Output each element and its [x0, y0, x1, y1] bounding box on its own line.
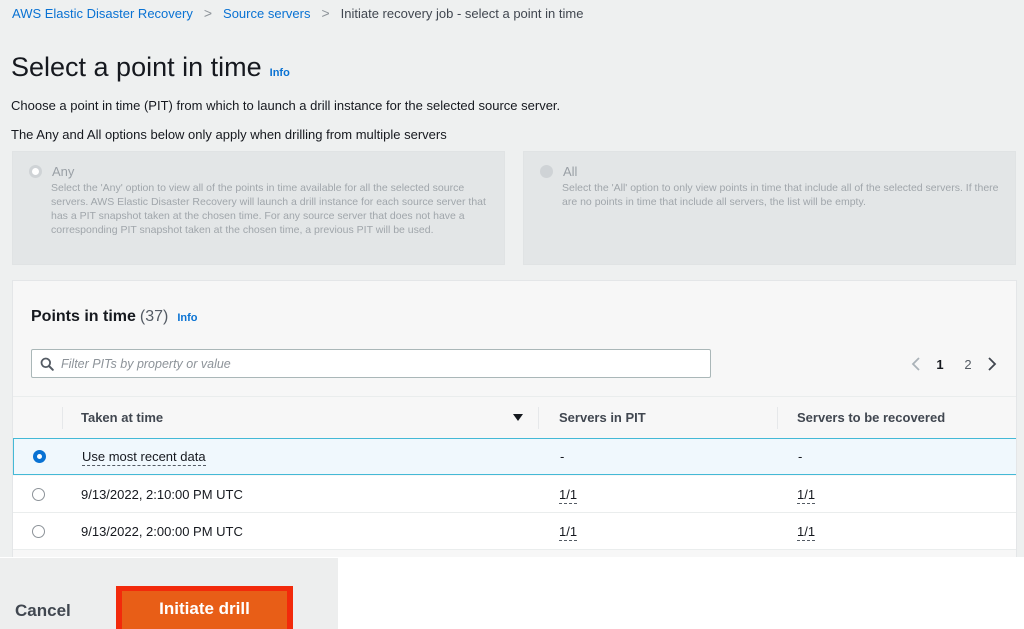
initiate-drill-highlight: Initiate drill: [116, 586, 293, 629]
column-header-taken-at-time[interactable]: Taken at time: [63, 397, 539, 438]
cancel-button[interactable]: Cancel: [15, 601, 71, 621]
page-1-button[interactable]: 1: [926, 357, 954, 372]
option-all-label: All: [563, 164, 578, 179]
pagination: 1 2: [906, 353, 1002, 375]
initiate-drill-button[interactable]: Initiate drill: [122, 591, 287, 629]
row-servers-to-recover: -: [798, 449, 803, 464]
page-description: Choose a point in time (PIT) from which …: [11, 98, 561, 113]
page-title-text: Select a point in time: [11, 52, 262, 82]
breadcrumb-link-source-servers[interactable]: Source servers: [223, 6, 310, 21]
table-row[interactable]: Use most recent data - -: [13, 438, 1016, 475]
chevron-left-icon: [911, 357, 920, 371]
row-time: 9/13/2022, 2:00:00 PM UTC: [81, 523, 243, 539]
panel-title-text: Points in time: [31, 308, 136, 325]
option-any-label: Any: [52, 164, 75, 179]
table-row[interactable]: 9/13/2022, 2:00:00 PM UTC 1/1 1/1: [13, 513, 1016, 550]
option-all-description: Select the 'All' option to only view poi…: [562, 182, 999, 208]
option-any-tile[interactable]: Any Select the 'Any' option to view all …: [12, 151, 505, 265]
caret-down-icon[interactable]: [513, 413, 523, 422]
points-in-time-panel: Points in time (37) Info 1 2 Taken at ti…: [12, 280, 1017, 557]
row-time: 9/13/2022, 2:10:00 PM UTC: [81, 486, 243, 502]
panel-count: (37): [139, 308, 169, 325]
breadcrumb: AWS Elastic Disaster Recovery > Source s…: [12, 4, 583, 22]
option-any-description: Select the 'Any' option to view all of t…: [51, 182, 486, 236]
row-servers-in-pit[interactable]: 1/1: [559, 486, 578, 504]
row-servers-in-pit: -: [560, 449, 565, 464]
next-page-button[interactable]: [982, 357, 1002, 371]
row-servers-in-pit[interactable]: 1/1: [559, 523, 578, 541]
breadcrumb-link-drs[interactable]: AWS Elastic Disaster Recovery: [12, 6, 193, 21]
option-all-radio[interactable]: [540, 165, 553, 178]
chevron-right-icon: >: [203, 5, 213, 21]
breadcrumb-current: Initiate recovery job - select a point i…: [340, 5, 584, 21]
row-radio[interactable]: [32, 450, 46, 463]
table-header: Taken at time Servers in PIT Servers to …: [13, 396, 1016, 438]
option-any-radio[interactable]: [29, 165, 42, 178]
filter-field[interactable]: [31, 349, 711, 378]
search-icon: [40, 357, 54, 371]
row-time[interactable]: Use most recent data: [82, 449, 206, 466]
options-note: The Any and All options below only apply…: [11, 127, 447, 142]
row-radio[interactable]: [31, 524, 45, 538]
option-all-tile[interactable]: All Select the 'All' option to only view…: [523, 151, 1016, 265]
chevron-right-icon: [988, 357, 997, 371]
chevron-right-icon: >: [321, 5, 330, 21]
panel-info-link[interactable]: Info: [177, 312, 197, 324]
page-title: Select a point in time Info: [11, 52, 290, 83]
filter-input[interactable]: [61, 356, 661, 371]
select-column-header: [13, 397, 63, 438]
page-info-link[interactable]: Info: [270, 67, 290, 79]
column-label-taken-at-time: Taken at time: [81, 410, 164, 425]
page-2-button[interactable]: 2: [954, 357, 982, 372]
column-header-servers-in-pit: Servers in PIT: [539, 397, 778, 438]
table-row[interactable]: 9/13/2022, 2:10:00 PM UTC 1/1 1/1: [13, 476, 1016, 513]
row-radio[interactable]: [31, 487, 45, 501]
previous-page-button[interactable]: [906, 357, 926, 371]
column-header-servers-to-be-recovered: Servers to be recovered: [797, 410, 946, 425]
row-servers-to-recover[interactable]: 1/1: [797, 523, 816, 541]
panel-title: Points in time (37) Info: [31, 308, 198, 326]
row-servers-to-recover[interactable]: 1/1: [797, 486, 816, 504]
